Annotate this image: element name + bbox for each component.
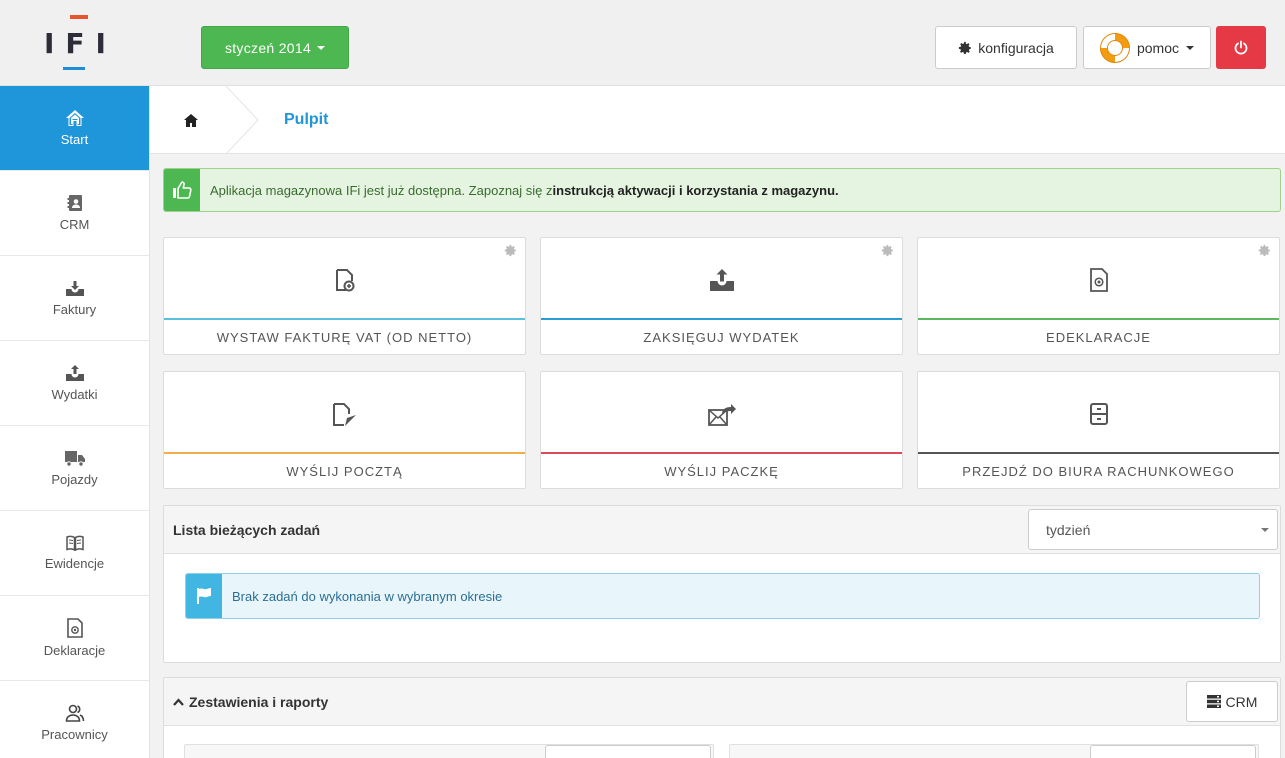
- gear-icon: [959, 41, 971, 54]
- sidebar-item-ewidencje[interactable]: Ewidencje: [0, 511, 149, 596]
- declaration-icon: [66, 618, 83, 638]
- gear-icon[interactable]: [1258, 244, 1271, 257]
- sidebar-item-faktury[interactable]: Faktury: [0, 256, 149, 341]
- help-label: pomoc: [1136, 39, 1180, 56]
- tile-label: ZAKSIĘGUJ WYDATEK: [643, 330, 800, 345]
- sidebar-item-crm[interactable]: CRM: [0, 171, 149, 256]
- no-tasks-info: Brak zadań do wykonania w wybranym okres…: [185, 573, 1260, 619]
- users-icon: [65, 704, 84, 722]
- sidebar-item-deklaracje[interactable]: Deklaracje: [0, 596, 149, 681]
- top-bar: IFI styczeń 2014 konfiguracja pomoc: [0, 0, 1285, 86]
- sidebar-item-pojazdy[interactable]: Pojazdy: [0, 426, 149, 511]
- sidebar-item-label: Faktury: [52, 302, 97, 317]
- sidebar-item-label: Pojazdy: [51, 472, 98, 487]
- period-select-value: tydzień: [1046, 521, 1091, 538]
- sidebar-item-label: Start: [60, 132, 89, 147]
- report-card-button[interactable]: [1090, 745, 1256, 758]
- tile-label: WYSTAW FAKTURĘ VAT (OD NETTO): [216, 330, 473, 345]
- tile-upload-expense[interactable]: ZAKSIĘGUJ WYDATEK: [540, 237, 903, 355]
- sidebar-item-label: Ewidencje: [44, 556, 105, 571]
- logo-text: IFI: [33, 14, 117, 70]
- breadcrumb-home[interactable]: [150, 86, 232, 154]
- reports-panel: Zestawienia i raporty CRM: [163, 677, 1281, 758]
- tile-icon-wrap: [918, 402, 1279, 426]
- alert-text: Aplikacja magazynowa IFi jest już dostęp…: [210, 182, 553, 198]
- info-icon-box: [186, 574, 222, 618]
- tile-icon-wrap: [918, 268, 1279, 292]
- alert-icon-box: [164, 169, 200, 211]
- breadcrumb: Pulpit: [150, 86, 1285, 154]
- tile-label: WYŚLIJ POCZTĄ: [286, 464, 403, 479]
- tile-accounting-office[interactable]: PRZEJDŹ DO BIURA RACHUNKOWEGO: [917, 371, 1280, 489]
- home-icon: [184, 113, 198, 127]
- month-label: styczeń 2014: [224, 39, 312, 56]
- edeclaration-icon: [1089, 268, 1108, 292]
- logo[interactable]: IFI: [0, 0, 150, 86]
- sidebar-item-label: Deklaracje: [43, 643, 106, 658]
- truck-icon: [64, 451, 85, 467]
- gear-icon[interactable]: [504, 244, 517, 257]
- sidebar: Start CRM Faktury Wydatki Pojazdy Ewiden…: [0, 86, 150, 758]
- caret-down-icon: [1186, 45, 1195, 50]
- crm-button-label: CRM: [1225, 693, 1258, 710]
- config-label: konfiguracja: [978, 39, 1054, 56]
- flag-icon: [197, 588, 211, 604]
- new-invoice-icon: [335, 269, 354, 292]
- sidebar-item-label: CRM: [59, 217, 90, 232]
- crm-button[interactable]: CRM: [1186, 681, 1278, 722]
- expense-upload-icon: [65, 365, 84, 381]
- send-mail-icon: [332, 403, 356, 426]
- tasks-panel: Lista bieżących zadań tydzień Brak zadań…: [163, 505, 1281, 663]
- alert-link[interactable]: instrukcją aktywacji i korzystania z mag…: [553, 183, 839, 198]
- tile-edeclarations[interactable]: EDEKLARACJE: [917, 237, 1280, 355]
- gear-icon[interactable]: [881, 244, 894, 257]
- no-tasks-message: Brak zadań do wykonania w wybranym okres…: [232, 588, 503, 604]
- period-select[interactable]: tydzień: [1028, 509, 1278, 550]
- home-icon: [65, 110, 84, 126]
- report-card: [184, 744, 714, 758]
- page-title: Pulpit: [284, 111, 329, 128]
- tasks-panel-title: Lista bieżących zadań: [173, 521, 321, 538]
- tile-icon-wrap: [541, 268, 902, 292]
- caret-down-icon: [1261, 528, 1269, 532]
- tile-icon-wrap: [164, 402, 525, 428]
- tile-new-invoice[interactable]: WYSTAW FAKTURĘ VAT (OD NETTO): [163, 237, 526, 355]
- month-selector-button[interactable]: styczeń 2014: [201, 26, 349, 69]
- logout-button[interactable]: [1216, 26, 1266, 69]
- tasks-panel-header: Lista bieżących zadań tydzień: [164, 506, 1280, 554]
- sidebar-item-pracownicy[interactable]: Pracownicy: [0, 681, 149, 758]
- reports-panel-header[interactable]: Zestawienia i raporty CRM: [164, 678, 1280, 726]
- help-button[interactable]: pomoc: [1083, 26, 1211, 69]
- config-button[interactable]: konfiguracja: [935, 26, 1077, 69]
- power-icon: [1234, 40, 1248, 54]
- caret-down-icon: [317, 45, 326, 50]
- reports-panel-title: Zestawienia i raporty: [189, 693, 329, 710]
- breadcrumb-separator: [225, 86, 259, 154]
- tile-send-package[interactable]: WYŚLIJ PACZKĘ: [540, 371, 903, 489]
- chevron-up-icon: [173, 697, 184, 706]
- info-alert: Aplikacja magazynowa IFi jest już dostęp…: [163, 168, 1281, 212]
- report-card-button[interactable]: [545, 745, 711, 758]
- server-icon: [1206, 695, 1221, 708]
- send-package-icon: [707, 404, 736, 426]
- sidebar-item-label: Pracownicy: [41, 727, 108, 742]
- lifebuoy-icon: [1099, 32, 1130, 63]
- tile-icon-wrap: [541, 402, 902, 428]
- contacts-icon: [67, 195, 82, 211]
- tile-label: EDEKLARACJE: [1046, 330, 1151, 345]
- sidebar-item-start[interactable]: Start: [0, 86, 149, 171]
- tile-icon-wrap: [164, 268, 525, 292]
- sidebar-item-label: Wydatki: [51, 387, 98, 402]
- tile-label: WYŚLIJ PACZKĘ: [664, 464, 779, 479]
- sidebar-item-wydatki[interactable]: Wydatki: [0, 341, 149, 426]
- tile-label: PRZEJDŹ DO BIURA RACHUNKOWEGO: [962, 464, 1235, 479]
- upload-expense-icon: [709, 269, 734, 291]
- report-card: [729, 744, 1259, 758]
- cabinet-icon: [1089, 403, 1108, 425]
- thumbs-up-icon: [173, 181, 192, 199]
- book-icon: [65, 535, 84, 551]
- invoice-upload-icon: [65, 281, 84, 296]
- tile-send-mail[interactable]: WYŚLIJ POCZTĄ: [163, 371, 526, 489]
